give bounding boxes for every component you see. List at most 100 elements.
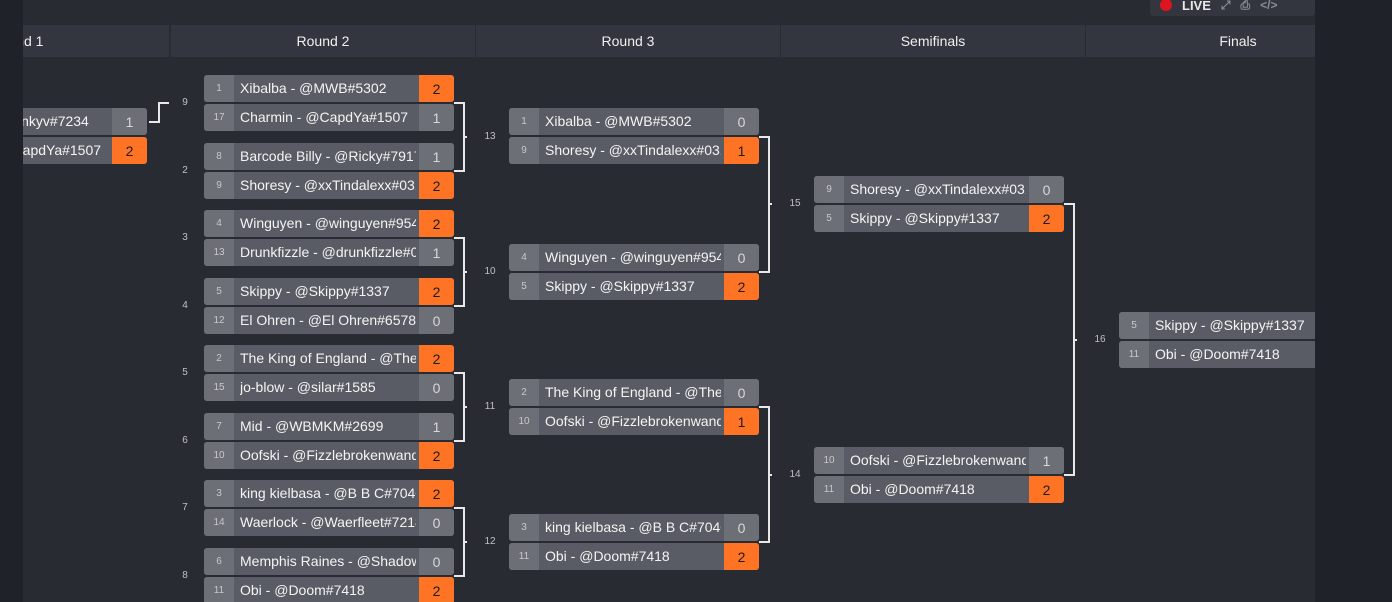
player-score: 2 xyxy=(419,75,454,102)
player-slot[interactable]: 15 jo-blow - @silar#1585 0 xyxy=(204,374,454,401)
player-slot[interactable]: 2The King of England - @The King2 xyxy=(204,345,454,372)
player-slot[interactable]: 10 Oofski - @Fizzlebrokenwand 1 xyxy=(509,408,759,435)
player-slot[interactable]: 5 Skippy - @Skippy#1337 2 xyxy=(509,273,759,300)
player-slot[interactable]: 11 Obi - @Doom#7418 xyxy=(1119,341,1315,368)
connector-line xyxy=(454,237,465,307)
player-slot[interactable]: 9 Shoresy - @xxTindalexx#0312 1 xyxy=(509,137,759,164)
print-icon[interactable]: ⎙ xyxy=(1241,0,1251,13)
player-slot[interactable]: 17 Charmin - @CapdYa#1507 1 xyxy=(204,104,454,131)
player-score: 0 xyxy=(724,108,759,135)
match-12[interactable]: 3 king kielbasa - @B B C#7040 0 11 Obi - @Do… xyxy=(509,514,759,570)
match-number-label: 14 xyxy=(789,469,801,480)
player-score: 1 xyxy=(419,143,454,170)
match-3[interactable]: 4 Winguyen - @winguyen#9541 2 13 Drunkfizzle… xyxy=(204,210,454,266)
player-name: Skippy - @Skippy#1337 xyxy=(1155,317,1305,333)
expand-icon[interactable]: ⤢ xyxy=(1221,0,1231,13)
player-slot[interactable]: 13 Drunkfizzle - @drunkfizzle#0 1 xyxy=(204,239,454,266)
tournament-bracket[interactable]: Round 1 Round 2 Round 3 Semifinals Final… xyxy=(23,0,1315,602)
seed-number: 11 xyxy=(509,543,539,570)
match-7[interactable]: 3 king kielbasa - @B B C#7040 2 14 Waerlock … xyxy=(204,480,454,536)
player-slot[interactable]: 12 El Ohren - @El Ohren#6578 0 xyxy=(204,307,454,334)
seed-number: 15 xyxy=(204,374,234,401)
player-score: 0 xyxy=(419,509,454,536)
player-name: Obi - @Doom#7418 xyxy=(240,582,365,598)
player-name: The King of England - @The King xyxy=(545,384,721,400)
match-2[interactable]: 8 Barcode Billy - @Ricky#7917 1 9 Shoresy - … xyxy=(204,143,454,199)
player-slot[interactable]: 11 Obi - @Doom#7418 2 xyxy=(509,543,759,570)
player-slot[interactable]: 1 Xibalba - @MWB#5302 2 xyxy=(204,75,454,102)
match-15[interactable]: 5 Skippy - @Skippy#1337 11 Obi - @Doom#7418 xyxy=(1119,312,1315,368)
player-slot[interactable]: Stinkyv - @Stinkyv#7234 1 xyxy=(23,108,147,135)
match-1[interactable]: 1 Xibalba - @MWB#5302 2 17 Charmin - @CapdYa… xyxy=(204,75,454,131)
seed-number: 8 xyxy=(204,143,234,170)
player-slot[interactable]: 9 Shoresy - @xxTindalexx#0312 0 xyxy=(814,176,1064,203)
player-name: Oofski - @Fizzlebrokenwand xyxy=(240,447,416,463)
seed-number: 6 xyxy=(204,548,234,575)
player-slot[interactable]: 4 Winguyen - @winguyen#9541 2 xyxy=(204,210,454,237)
match-number-label: 3 xyxy=(182,232,188,243)
match-number-label: 2 xyxy=(182,165,188,176)
connector-line xyxy=(1064,203,1075,476)
player-slot[interactable]: 4 Winguyen - @winguyen#9541 0 xyxy=(509,244,759,271)
player-score: 1 xyxy=(112,108,147,135)
player-name: Drunkfizzle - @drunkfizzle#0 xyxy=(240,244,416,260)
player-slot[interactable]: 5 Skippy - @Skippy#1337 xyxy=(1119,312,1315,339)
match-14[interactable]: 10 Oofski - @Fizzlebrokenwand 1 11 Obi - @Do… xyxy=(814,447,1064,503)
player-score: 0 xyxy=(724,379,759,406)
player-slot[interactable]: 6 Memphis Raines - @Shadow 0 xyxy=(204,548,454,575)
match-11[interactable]: 2 The King of England - @The King0 10 Oofsk… xyxy=(509,379,759,435)
match-4[interactable]: 5 Skippy - @Skippy#1337 2 12 El Ohren - @El … xyxy=(204,278,454,334)
live-indicator-dot xyxy=(1160,0,1172,11)
seed-number: 4 xyxy=(509,244,539,271)
seed-number: 3 xyxy=(509,514,539,541)
match-8[interactable]: 6 Memphis Raines - @Shadow 0 11 Obi - @Doom#… xyxy=(204,548,454,602)
player-name: Waerlock - @Waerfleet#7218 xyxy=(240,514,416,530)
player-score: 2 xyxy=(419,577,454,602)
player-slot[interactable]: 14 Waerlock - @Waerfleet#7218 0 xyxy=(204,509,454,536)
player-score: 0 xyxy=(419,307,454,334)
round-header-3: Round 3 xyxy=(476,25,780,57)
seed-number: 2 xyxy=(204,345,234,372)
player-slot[interactable]: 8 Barcode Billy - @Ricky#7917 1 xyxy=(204,143,454,170)
player-name: Skippy - @Skippy#1337 xyxy=(545,278,695,294)
match-9[interactable]: 1 Xibalba - @MWB#5302 0 9 Shoresy - @xxTinda… xyxy=(509,108,759,164)
player-name: Skippy - @Skippy#1337 xyxy=(850,210,1000,226)
player-slot[interactable]: 5 Skippy - @Skippy#1337 2 xyxy=(204,278,454,305)
seed-number: 5 xyxy=(204,278,234,305)
player-slot[interactable]: 10 Oofski - @Fizzlebrokenwand 2 xyxy=(204,442,454,469)
round-header-1: Round 1 xyxy=(23,25,169,57)
match-0[interactable]: Stinkyv - @Stinkyv#7234 1Charmin - @CapdY… xyxy=(23,108,147,164)
code-icon[interactable]: </> xyxy=(1260,0,1277,12)
match-10[interactable]: 4 Winguyen - @winguyen#9541 0 5 Skippy - @Sk… xyxy=(509,244,759,300)
player-slot[interactable]: 10 Oofski - @Fizzlebrokenwand 1 xyxy=(814,447,1064,474)
player-slot[interactable]: 11 Obi - @Doom#7418 2 xyxy=(204,577,454,602)
player-name: Oofski - @Fizzlebrokenwand xyxy=(545,413,721,429)
player-score: 2 xyxy=(724,273,759,300)
bracket-stage: Round 1 Round 2 Round 3 Semifinals Final… xyxy=(0,0,1392,602)
player-slot[interactable]: Charmin - @CapdYa#1507 2 xyxy=(23,137,147,164)
player-slot[interactable]: 9 Shoresy - @xxTindalexx#0312 2 xyxy=(204,172,454,199)
seed-number: 1 xyxy=(204,75,234,102)
player-score: 2 xyxy=(112,137,147,164)
player-slot[interactable]: 11 Obi - @Doom#7418 2 xyxy=(814,476,1064,503)
player-name: Xibalba - @MWB#5302 xyxy=(240,80,387,96)
player-score: 0 xyxy=(419,374,454,401)
match-6[interactable]: 7 Mid - @WBMKM#2699 1 10 Oofski - @Fizzlebro… xyxy=(204,413,454,469)
match-13[interactable]: 9 Shoresy - @xxTindalexx#0312 0 5 Skippy - @… xyxy=(814,176,1064,232)
player-slot[interactable]: 7 Mid - @WBMKM#2699 1 xyxy=(204,413,454,440)
match-5[interactable]: 2The King of England - @The King215jo-bl… xyxy=(204,345,454,401)
player-slot[interactable]: 3 king kielbasa - @B B C#7040 0 xyxy=(509,514,759,541)
seed-number: 5 xyxy=(1119,312,1149,339)
player-slot[interactable]: 2 The King of England - @The King0 xyxy=(509,379,759,406)
match-number-label: 7 xyxy=(182,502,188,513)
player-slot[interactable]: 1 Xibalba - @MWB#5302 0 xyxy=(509,108,759,135)
player-name: Xibalba - @MWB#5302 xyxy=(545,113,692,129)
player-name: Stinkyv - @Stinkyv#7234 xyxy=(23,113,89,129)
player-name: Winguyen - @winguyen#9541 xyxy=(240,215,416,231)
player-score: 1 xyxy=(724,137,759,164)
player-name: Charmin - @CapdYa#1507 xyxy=(240,109,409,125)
player-slot[interactable]: 5 Skippy - @Skippy#1337 2 xyxy=(814,205,1064,232)
player-slot[interactable]: 3 king kielbasa - @B B C#7040 2 xyxy=(204,480,454,507)
round-header-finals: Finals xyxy=(1086,25,1315,57)
player-name: Mid - @WBMKM#2699 xyxy=(240,418,384,434)
